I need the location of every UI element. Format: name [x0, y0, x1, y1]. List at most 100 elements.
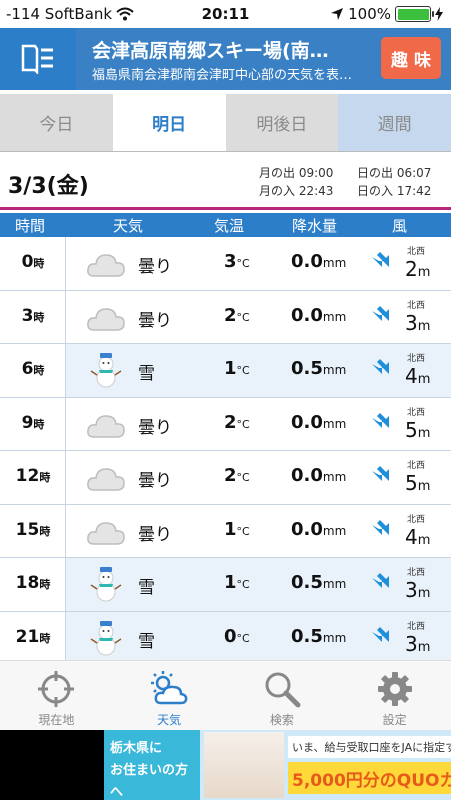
wind-speed: 3m: [405, 578, 431, 602]
hour-cell: 21時: [0, 611, 66, 664]
wind-direction: 北西: [407, 461, 426, 471]
tab-today[interactable]: 今日: [0, 94, 113, 151]
wind-speed: 3m: [405, 631, 431, 656]
wind-direction: 北西: [407, 407, 426, 418]
ad-top-text: いま、給与受取口座をJAに指定す: [288, 736, 451, 758]
forecast-date: 3/3(金): [8, 174, 89, 199]
temperature: 2°C: [224, 465, 250, 486]
wind-speed: 4m: [405, 524, 431, 549]
precipitation: 0.0mm: [291, 518, 347, 540]
nav-search[interactable]: 検索: [226, 661, 339, 730]
wind-direction: 北西: [407, 300, 426, 311]
wind-speed: 4m: [405, 364, 431, 388]
gear-icon: [377, 672, 412, 706]
ad-banner[interactable]: 栃木県に お住まいの方へ いま、給与受取口座をJAに指定す 5,000円分のQU…: [0, 730, 451, 800]
wind-direction: 北西: [407, 514, 426, 525]
bottom-nav: 現在地 天気 検索 設定: [0, 660, 451, 730]
menu-icon: [21, 44, 53, 74]
temperature: 2°C: [224, 304, 250, 326]
precipitation: 0.5mm: [291, 625, 347, 647]
ad-left-panel: 栃木県に お住まいの方へ: [104, 730, 200, 800]
forecast-row: 21時 雪 0°C 0.5mm 北西 3m: [0, 611, 451, 665]
hour-label: 3時: [21, 305, 45, 326]
cloud-icon: [87, 254, 125, 277]
weather-icon: [86, 300, 126, 336]
hobby-button[interactable]: 趣 味: [381, 37, 441, 79]
wind-direction-icon: [372, 359, 389, 374]
hour-cell: 3時: [0, 290, 66, 343]
nav-label: 設定: [382, 713, 407, 727]
wind-direction-icon: [372, 466, 389, 481]
temperature: 2°C: [224, 411, 250, 433]
tab-day-after-tomorrow[interactable]: 明後日: [225, 94, 339, 151]
ad-content[interactable]: 栃木県に お住まいの方へ いま、給与受取口座をJAに指定す 5,000円分のQU…: [104, 730, 451, 800]
nav-label: 天気: [157, 713, 182, 727]
hour-label: 6時: [21, 359, 45, 379]
weather-icon: [86, 246, 126, 282]
sunrise: 日の出 06:07: [357, 166, 432, 180]
location-arrow-icon: [331, 8, 344, 20]
hour-cell: 15時: [0, 504, 66, 557]
hour-cell: 9時: [0, 397, 66, 450]
weather-icon: [86, 353, 126, 389]
hour-label: 9時: [21, 412, 45, 433]
menu-button[interactable]: [0, 28, 76, 90]
cloud-icon: [87, 307, 125, 331]
hour-cell: 12時: [0, 451, 66, 504]
hour-cell: 6時: [0, 344, 66, 397]
hour-label: 0時: [21, 252, 45, 272]
status-right: 100%: [330, 5, 443, 23]
weather-text: 曇り: [138, 471, 172, 491]
hour-label: 18時: [15, 573, 51, 593]
status-bar: -114 SoftBank 20:11 100%: [0, 0, 451, 28]
weather-icon: [86, 567, 126, 603]
ad-left-line2: お住まいの方へ: [110, 763, 189, 800]
cloud-icon: [87, 414, 125, 438]
weather-text: 曇り: [138, 524, 172, 545]
nav-weather[interactable]: 天気: [113, 661, 226, 730]
temperature: 0°C: [224, 625, 250, 647]
temperature: 1°C: [224, 358, 250, 379]
nav-label: 検索: [269, 713, 294, 727]
forecast-row: 15時 曇り 1°C 0.0mm 北西 4m: [0, 504, 451, 558]
tab-tomorrow[interactable]: 明日: [112, 94, 226, 151]
wind-direction: 北西: [407, 247, 426, 257]
wind-speed: 5m: [405, 417, 431, 442]
wind-direction-icon: [372, 412, 389, 428]
hour-cell: 0時: [0, 237, 66, 290]
charging-icon: [435, 7, 443, 21]
wind-direction-icon: [372, 252, 389, 267]
temperature: 3°C: [224, 251, 250, 272]
location-header[interactable]: 会津高原南郷スキー場(南… 福島県南会津郡南会津町中心部の天気を表… 趣 味: [76, 28, 451, 90]
search-icon: [265, 672, 301, 708]
weather-text: 曇り: [138, 417, 172, 438]
tab-weekly[interactable]: 週間: [338, 94, 451, 151]
forecast-table-header: 時間 天気 気温 降水量 風: [0, 213, 451, 237]
moonrise: 月の出 09:00: [259, 166, 334, 180]
wind-speed: 5m: [405, 471, 431, 495]
forecast-row: 12時 曇り 2°C 0.0mm 北西 5m: [0, 451, 451, 505]
weather-icon: [86, 620, 126, 657]
weather-text: 雪: [138, 631, 155, 652]
forecast-row: 6時 雪 1°C 0.5mm 北西 4m: [0, 344, 451, 398]
temperature: 1°C: [224, 518, 250, 540]
nav-settings[interactable]: 設定: [338, 661, 451, 730]
location-icon: [38, 671, 75, 707]
wind-direction: 北西: [407, 621, 426, 632]
cloud-icon: [87, 521, 125, 545]
nav-current-location[interactable]: 現在地: [0, 661, 113, 730]
hour-label: 21時: [15, 626, 51, 647]
weather-icon: [86, 460, 126, 496]
forecast-table: 0時 曇り 3°C 0.0mm 北西 2m 3時 曇り 2°C 0.0mm 北西…: [0, 237, 451, 665]
moon-times: 月の出 09:00 月の入 22:43: [259, 164, 333, 200]
date-bar: 3/3(金) 月の出 09:00 月の入 22:43 日の出 06:07 日の入…: [0, 152, 451, 210]
wind-direction-icon: [372, 305, 389, 321]
moonset: 月の入 22:43: [259, 184, 334, 198]
precipitation: 0.0mm: [291, 251, 347, 272]
weather-icon: [151, 671, 188, 705]
wind-direction-icon: [372, 573, 389, 588]
wind-direction-icon: [372, 519, 389, 535]
col-wind: 風: [392, 217, 408, 235]
forecast-row: 0時 曇り 3°C 0.0mm 北西 2m: [0, 237, 451, 291]
wind-direction-icon: [372, 626, 389, 642]
